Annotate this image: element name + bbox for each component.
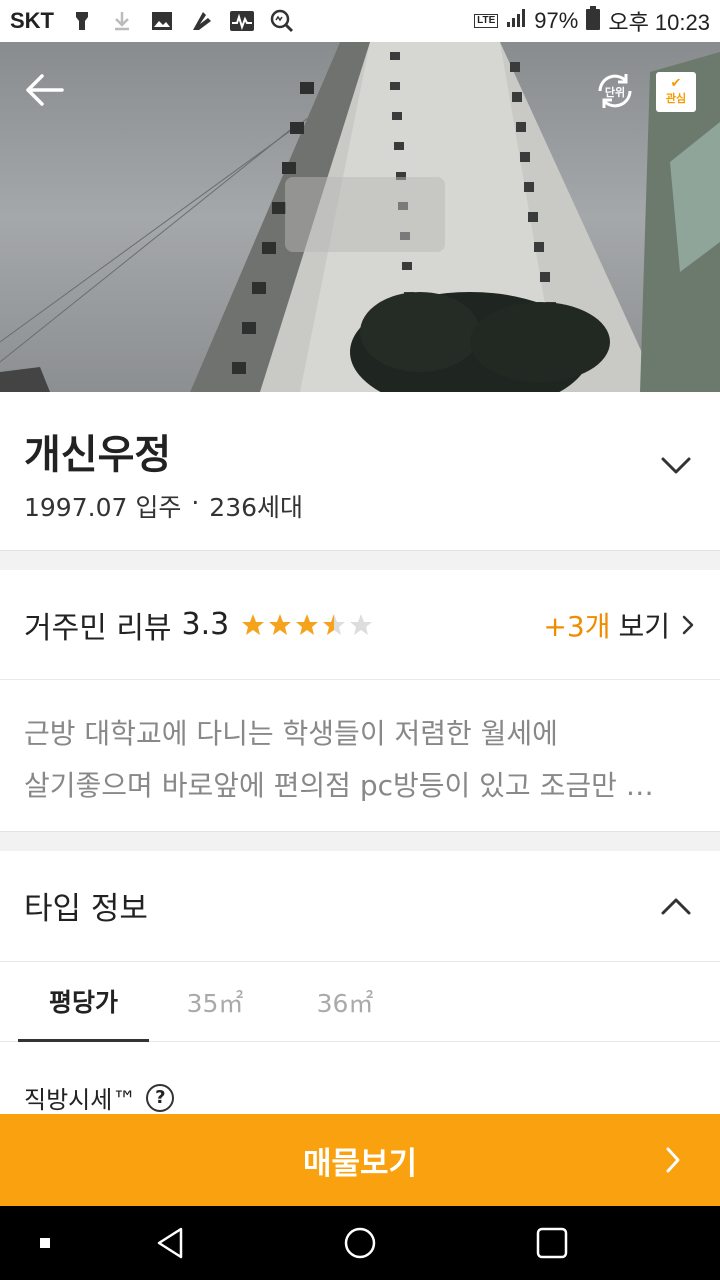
tab-36m2[interactable]: 36㎡ bbox=[280, 962, 410, 1042]
app-icon bbox=[190, 9, 214, 33]
apartment-name: 개신우정 bbox=[24, 432, 172, 478]
star-full-icon bbox=[269, 613, 292, 635]
review-preview[interactable]: 근방 대학교에 다니는 학생들이 저렴한 월세에 살기좋으며 바로앞에 편의점 … bbox=[24, 708, 704, 812]
chevron-up-icon[interactable] bbox=[660, 896, 692, 916]
unit-label: 단위 bbox=[605, 85, 625, 99]
type-tabs: 평당가 35㎡ 36㎡ bbox=[0, 962, 720, 1042]
battery-percent: 97% bbox=[534, 8, 579, 33]
help-icon[interactable]: ? bbox=[146, 1083, 175, 1112]
chevron-right-icon bbox=[682, 615, 694, 634]
refresh-icon: 단위 bbox=[598, 74, 632, 108]
check-icon: ✔ bbox=[670, 76, 682, 91]
type-info-title: 타입 정보 bbox=[24, 891, 148, 927]
view-listings-button[interactable]: 매물보기 bbox=[0, 1114, 720, 1206]
battery-icon bbox=[586, 6, 601, 36]
review-see-label: 보기 bbox=[618, 609, 670, 643]
move-in-date: 1997.07 입주 bbox=[24, 493, 182, 522]
chevron-right-icon bbox=[666, 1147, 680, 1173]
flashlight-icon bbox=[70, 9, 94, 33]
image-icon bbox=[150, 9, 174, 33]
activity-icon bbox=[230, 9, 254, 33]
review-header[interactable]: 거주민 리뷰 3.3 +3개 보기 bbox=[0, 570, 720, 680]
chevron-down-icon[interactable] bbox=[660, 456, 692, 476]
section-divider bbox=[0, 550, 720, 570]
unit-toggle-button[interactable]: 단위 bbox=[594, 70, 636, 112]
status-bar: SKT LTE 97% 오후 10:23 bbox=[0, 0, 720, 42]
view-listings-label: 매물보기 bbox=[302, 1145, 418, 1182]
star-full-icon bbox=[242, 613, 265, 635]
market-price-label-row: 직방시세™ ? bbox=[24, 1080, 175, 1115]
download-icon bbox=[110, 9, 134, 33]
favorite-button[interactable]: ✔ 관심 bbox=[656, 72, 696, 112]
nav-back-button[interactable] bbox=[148, 1206, 192, 1280]
clock: 오후 10:23 bbox=[608, 10, 710, 35]
household-count: 236세대 bbox=[209, 493, 304, 522]
system-navigation-bar bbox=[0, 1206, 720, 1280]
section-divider bbox=[0, 831, 720, 851]
star-rating bbox=[241, 613, 373, 637]
nav-home-button[interactable] bbox=[338, 1206, 382, 1280]
review-count: +3개 bbox=[543, 609, 611, 643]
market-price-label: 직방시세™ bbox=[24, 1086, 137, 1114]
lte-icon: LTE bbox=[474, 14, 499, 28]
carrier-label: SKT bbox=[10, 8, 54, 33]
hero-image: 단위 ✔ 관심 bbox=[0, 42, 720, 392]
review-text-line: 근방 대학교에 다니는 학생들이 저렴한 월세에 bbox=[24, 717, 558, 750]
review-see-more-link[interactable]: +3개 보기 bbox=[543, 605, 696, 645]
square-recents-icon bbox=[536, 1227, 568, 1259]
recent-dot-button[interactable] bbox=[28, 1206, 62, 1280]
signal-icon bbox=[506, 8, 526, 34]
arrow-left-icon bbox=[26, 74, 64, 106]
tab-price-per-pyeong[interactable]: 평당가 bbox=[18, 962, 149, 1042]
nav-recents-button[interactable] bbox=[530, 1206, 574, 1280]
triangle-back-icon bbox=[157, 1227, 183, 1259]
apartment-meta: 1997.07 입주 · 236세대 bbox=[24, 488, 303, 524]
favorite-label: 관심 bbox=[665, 92, 687, 105]
tab-35m2[interactable]: 35㎡ bbox=[150, 962, 280, 1042]
review-score: 3.3 bbox=[181, 607, 230, 642]
type-info-header[interactable]: 타입 정보 bbox=[0, 850, 720, 962]
star-full-icon bbox=[296, 613, 319, 635]
review-text-line: 살기좋으며 바로앞에 편의점 pc방등이 있고 조금만 … bbox=[24, 769, 654, 802]
back-button[interactable] bbox=[22, 70, 68, 110]
review-title: 거주민 리뷰 bbox=[24, 610, 172, 646]
square-dot-icon bbox=[40, 1238, 50, 1248]
search-icon bbox=[270, 9, 294, 33]
star-empty-icon bbox=[350, 613, 373, 635]
circle-home-icon bbox=[344, 1227, 376, 1259]
meta-separator: · bbox=[191, 488, 200, 517]
star-half-icon bbox=[323, 613, 346, 635]
apartment-summary: 개신우정 1997.07 입주 · 236세대 bbox=[0, 392, 720, 550]
